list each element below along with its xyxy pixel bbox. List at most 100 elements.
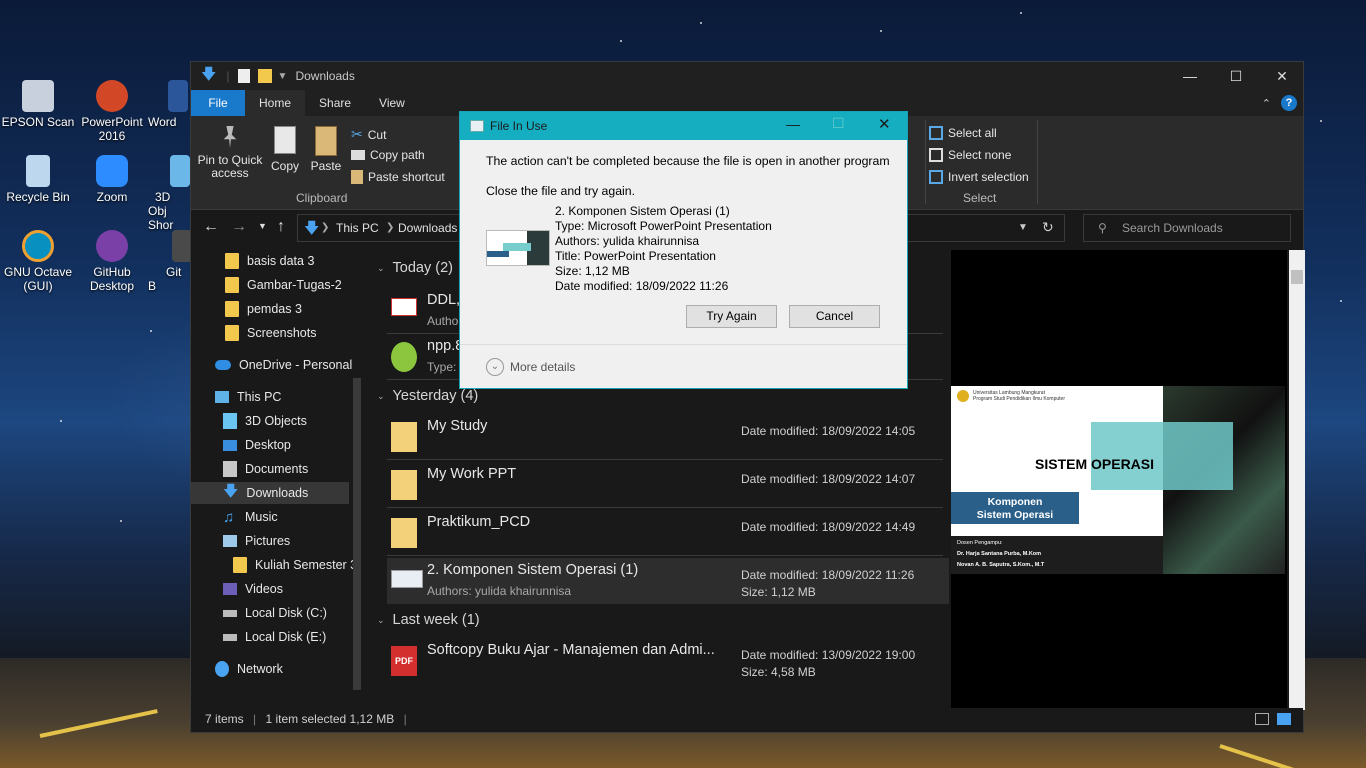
nav-item-desktop[interactable]: Desktop <box>223 434 291 456</box>
dialog-title: File In Use <box>490 119 548 133</box>
nav-item-videos[interactable]: Videos <box>223 578 283 600</box>
videos-icon <box>223 583 237 595</box>
select-none-button[interactable]: Select none <box>929 148 1011 162</box>
list-item[interactable]: PDF Softcopy Buku Ajar - Manajemen dan A… <box>387 638 943 684</box>
nav-item-basis-data-3[interactable]: basis data 3 <box>225 250 314 272</box>
tab-share[interactable]: Share <box>305 90 365 116</box>
3d-objects-icon <box>223 413 237 429</box>
maximize-button[interactable]: ☐ <box>1213 62 1259 90</box>
preview-pane: Universitas Lambung Mangkurat Program St… <box>951 250 1305 710</box>
nav-item-this-pc[interactable]: This PC <box>215 386 281 408</box>
invert-selection-button[interactable]: Invert selection <box>929 170 1029 184</box>
dialog-minimize-button[interactable]: — <box>786 116 800 132</box>
paste-button[interactable]: Paste <box>307 126 345 173</box>
properties-icon[interactable] <box>237 69 250 83</box>
select-all-button[interactable]: Select all <box>929 126 997 140</box>
file-details: 2. Komponen Sistem Operasi (1) Type: Mic… <box>555 204 772 293</box>
nav-item-screenshots[interactable]: Screenshots <box>225 322 316 344</box>
desktop-icon-word[interactable]: Word <box>148 80 192 129</box>
scanner-icon <box>22 80 54 112</box>
preview-scrollbar[interactable] <box>1289 250 1305 710</box>
nav-item-3d-objects[interactable]: 3D Objects <box>223 410 307 432</box>
nav-item-network[interactable]: Network <box>215 658 283 680</box>
tab-view[interactable]: View <box>365 90 419 116</box>
list-item-selected[interactable]: 2. Komponen Sistem Operasi (1) Authors: … <box>387 558 949 604</box>
cancel-button[interactable]: Cancel <box>789 305 880 328</box>
file-thumbnail <box>486 230 550 266</box>
group-header-today[interactable]: ⌄ Today (2) <box>377 260 453 276</box>
nav-item-music[interactable]: ♫ Music <box>223 506 278 528</box>
desktop-icon-epson-scan[interactable]: EPSON Scan <box>0 80 76 129</box>
desktop-icon-gnu-octave[interactable]: GNU Octave (GUI) <box>0 230 76 293</box>
list-item[interactable]: Praktikum_PCD Date modified: 18/09/2022 … <box>387 510 943 556</box>
desktop-icon-github-desktop[interactable]: GitHub Desktop <box>74 230 150 293</box>
breadcrumb-downloads[interactable]: Downloads <box>398 221 457 235</box>
cut-button[interactable]: ✂ Cut <box>351 126 386 143</box>
nav-item-local-disk-c[interactable]: Local Disk (C:) <box>223 602 327 624</box>
more-details-toggle[interactable]: ⌄ More details <box>486 358 575 376</box>
refresh-icon[interactable]: ↻ <box>1042 219 1054 236</box>
breadcrumb-this-pc[interactable]: This PC <box>336 221 379 235</box>
university-logo <box>957 390 969 402</box>
tab-home[interactable]: Home <box>245 90 306 116</box>
customize-toolbar-icon[interactable]: ▼ <box>278 71 288 82</box>
nav-item-downloads[interactable]: 🡇 Downloads <box>191 482 349 504</box>
downloads-icon: 🡇 <box>223 482 239 500</box>
group-header-last-week[interactable]: ⌄ Last week (1) <box>377 612 480 628</box>
copy-path-button[interactable]: Copy path <box>351 148 425 162</box>
desktop-icon-3d-objects-shortcut[interactable]: 3D Obj Shor <box>148 155 192 232</box>
nav-item-onedrive[interactable]: OneDrive - Personal <box>215 354 352 376</box>
clipboard-group-label: Clipboard <box>296 191 348 205</box>
nav-item-kuliah-semester-3[interactable]: Kuliah Semester 3 <box>233 554 357 576</box>
file-in-use-dialog: File In Use — ☐ ✕ The action can't be co… <box>459 111 908 389</box>
chevron-down-icon: ⌄ <box>377 390 385 401</box>
navigation-pane: basis data 3 Gambar-Tugas-2 pemdas 3 Scr… <box>191 250 361 710</box>
group-header-yesterday[interactable]: ⌄ Yesterday (4) <box>377 388 478 404</box>
3d-objects-icon <box>170 155 190 187</box>
list-item[interactable]: My Work PPT Date modified: 18/09/2022 14… <box>387 462 943 508</box>
dialog-title-bar: File In Use — ☐ ✕ <box>460 112 907 140</box>
desktop-icon-zoom[interactable]: Zoom <box>74 155 150 204</box>
slide-subtitle: Komponen Sistem Operasi <box>951 492 1079 524</box>
folder-icon <box>391 422 417 452</box>
up-icon[interactable]: ↑ <box>277 218 285 236</box>
minimize-button[interactable]: — <box>1167 62 1213 90</box>
github-desktop-icon <box>96 230 128 262</box>
recent-locations-icon[interactable]: ▼ <box>258 221 267 231</box>
paste-shortcut-button[interactable]: Paste shortcut <box>351 170 445 184</box>
desktop-icon-recycle-bin[interactable]: Recycle Bin <box>0 155 76 204</box>
new-folder-icon[interactable] <box>257 69 272 83</box>
pin-icon <box>223 126 237 148</box>
folder-icon <box>225 277 239 293</box>
try-again-button[interactable]: Try Again <box>686 305 777 328</box>
desktop-icon-git-bash[interactable]: Git B <box>148 230 192 293</box>
help-icon[interactable]: ? <box>1281 95 1297 111</box>
list-item[interactable]: My Study Date modified: 18/09/2022 14:05 <box>387 414 943 460</box>
dialog-close-button[interactable]: ✕ <box>878 115 891 133</box>
forward-icon[interactable]: → <box>231 218 247 236</box>
quick-access-download-icon[interactable]: 🡇 <box>201 64 216 89</box>
onedrive-icon <box>215 360 231 370</box>
details-view-icon[interactable] <box>1255 713 1269 725</box>
close-button[interactable]: ✕ <box>1259 62 1305 90</box>
search-input[interactable]: ⚲ Search Downloads <box>1083 214 1291 242</box>
item-count: 7 items <box>205 712 244 726</box>
copy-icon <box>274 126 296 154</box>
back-icon[interactable]: ← <box>203 218 219 236</box>
address-dropdown-icon[interactable]: ▼ <box>1018 222 1028 233</box>
tab-file[interactable]: File <box>191 90 245 116</box>
documents-icon <box>223 461 237 477</box>
large-icons-view-icon[interactable] <box>1277 713 1291 725</box>
chevron-down-icon: ⌄ <box>377 262 385 273</box>
collapse-ribbon-icon[interactable]: ⌃ <box>1262 97 1271 110</box>
nav-item-local-disk-e[interactable]: Local Disk (E:) <box>223 626 326 648</box>
copy-button[interactable]: Copy <box>267 126 303 173</box>
desktop-icon-powerpoint[interactable]: PowerPoint 2016 <box>74 80 150 143</box>
pictures-icon <box>223 535 237 547</box>
pin-to-quick-access-button[interactable]: Pin to Quick access <box>197 126 263 180</box>
nav-item-gambar-tugas-2[interactable]: Gambar-Tugas-2 <box>225 274 342 296</box>
nav-item-documents[interactable]: Documents <box>223 458 308 480</box>
nav-scrollbar[interactable] <box>353 378 361 690</box>
nav-item-pemdas-3[interactable]: pemdas 3 <box>225 298 302 320</box>
nav-item-pictures[interactable]: Pictures <box>223 530 290 552</box>
